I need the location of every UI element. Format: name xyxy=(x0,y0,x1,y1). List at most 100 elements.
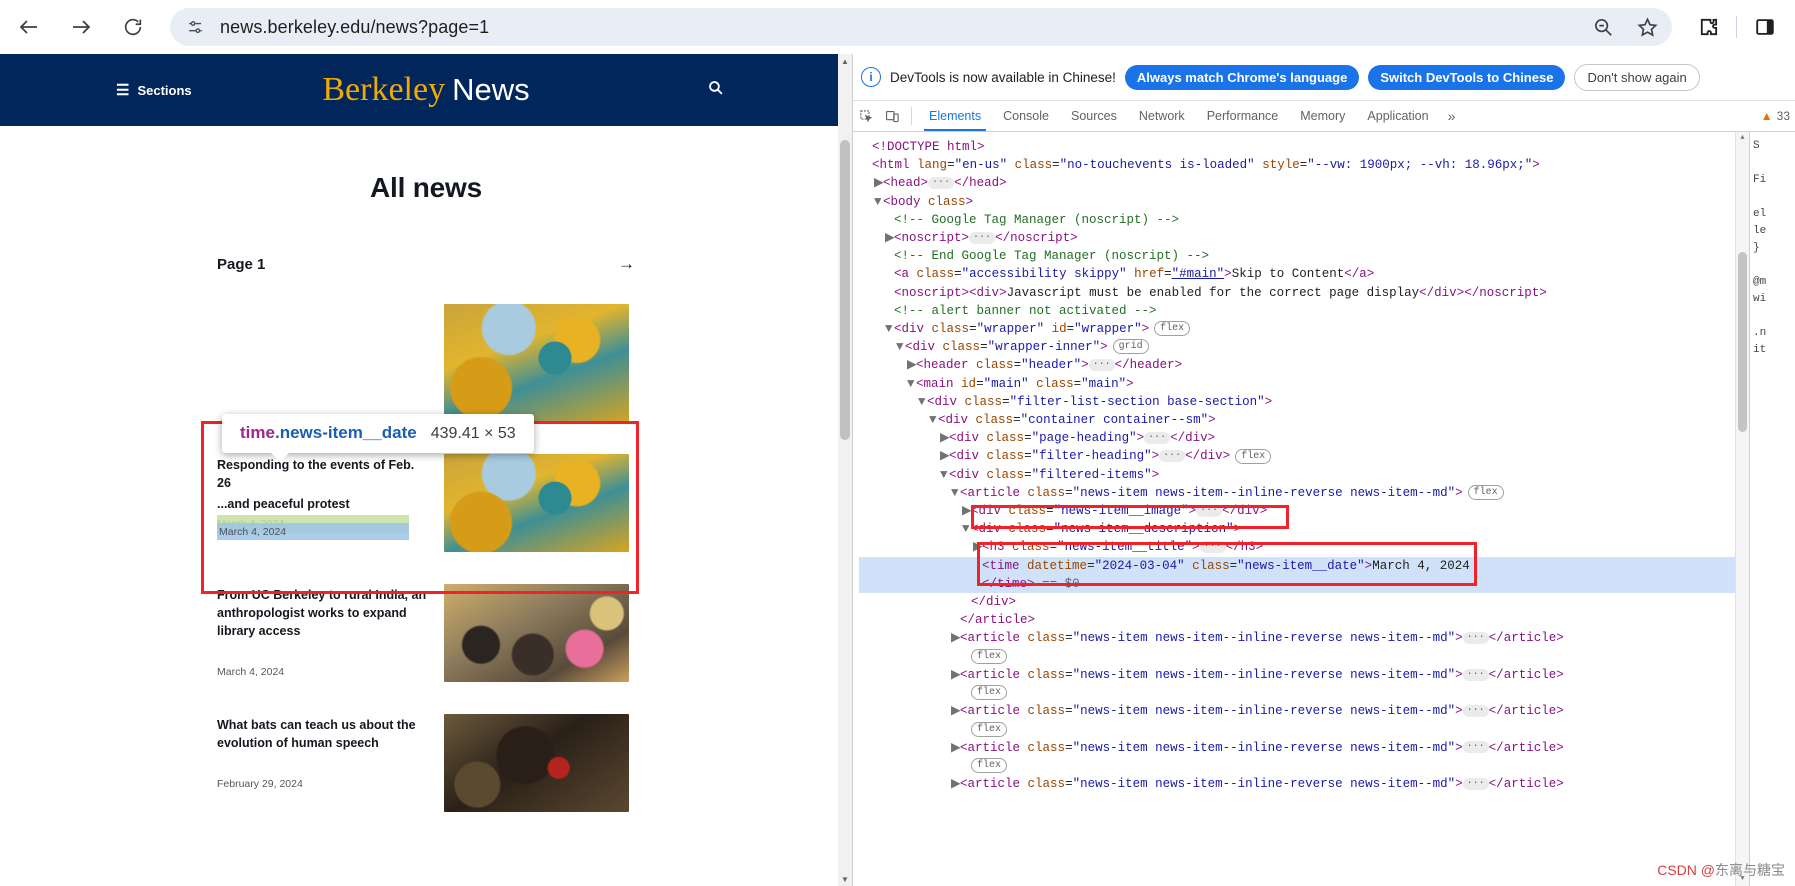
expand-triangle-icon[interactable]: ▶ xyxy=(962,502,972,520)
expand-triangle-icon[interactable]: ▼ xyxy=(885,320,894,338)
dom-node-line[interactable]: </time> == $0 xyxy=(859,574,1749,594)
expand-triangle-icon[interactable]: ▶ xyxy=(951,629,961,647)
dom-node-line[interactable]: </article> xyxy=(859,611,1749,629)
expand-triangle-icon[interactable] xyxy=(863,156,872,174)
dont-show-again-button[interactable]: Don't show again xyxy=(1574,63,1700,91)
news-item-title[interactable]: What bats can teach us about the evoluti… xyxy=(217,716,428,752)
tune-icon[interactable] xyxy=(176,8,214,46)
dom-node-line[interactable]: ▼<div class="wrapper" id="wrapper"> flex xyxy=(859,320,1749,338)
expand-triangle-icon[interactable] xyxy=(962,648,971,666)
dom-node-line[interactable]: ▼<body class> xyxy=(859,193,1749,211)
expand-triangle-icon[interactable] xyxy=(973,575,982,593)
dom-node-line[interactable]: <!DOCTYPE html> xyxy=(859,138,1749,156)
sections-menu-button[interactable]: ☰ Sections xyxy=(116,83,192,98)
tab-console[interactable]: Console xyxy=(992,101,1060,131)
news-item-thumbnail[interactable] xyxy=(444,454,629,552)
more-tabs-icon[interactable]: » xyxy=(1440,101,1464,131)
dom-node-line[interactable]: ▶<header class="header"> ··· </header> xyxy=(859,356,1749,374)
news-item-inspected[interactable]: ...and peaceful protest March 4, 2024 xyxy=(217,304,635,424)
dom-node-line[interactable]: ▼<div class="wrapper-inner"> grid xyxy=(859,338,1749,356)
dom-node-line[interactable]: ▶<div class="news-item__image"> ··· </div> xyxy=(859,502,1749,520)
page-scrollbar[interactable]: ▲ ▼ xyxy=(838,54,852,886)
dom-node-line[interactable]: flex xyxy=(859,721,1749,739)
tab-application[interactable]: Application xyxy=(1356,101,1439,131)
expand-triangle-icon[interactable] xyxy=(962,593,971,611)
expand-triangle-icon[interactable]: ▶ xyxy=(907,356,917,374)
dom-node-line[interactable]: <!-- Google Tag Manager (noscript) --> xyxy=(859,211,1749,229)
expand-triangle-icon[interactable]: ▼ xyxy=(929,411,938,429)
dom-node-line[interactable]: <!-- alert banner not activated --> xyxy=(859,302,1749,320)
dom-node-line[interactable]: ▶<article class="news-item news-item--in… xyxy=(859,739,1749,757)
expand-triangle-icon[interactable]: ▶ xyxy=(951,775,961,793)
dom-node-line[interactable]: <time datetime="2024-03-04" class="news-… xyxy=(859,556,1749,575)
dom-node-line[interactable]: ▼<div class="filtered-items"> xyxy=(859,466,1749,484)
dom-scroll-up[interactable]: ▲ xyxy=(1736,132,1749,145)
dom-node-line[interactable]: ▶<article class="news-item news-item--in… xyxy=(859,666,1749,684)
tab-sources[interactable]: Sources xyxy=(1060,101,1128,131)
puzzle-icon[interactable] xyxy=(1686,5,1730,49)
inspect-element-icon[interactable] xyxy=(853,101,879,131)
side-panel-icon[interactable] xyxy=(1743,5,1787,49)
switch-devtools-language-button[interactable]: Switch DevTools to Chinese xyxy=(1368,64,1566,90)
tab-elements[interactable]: Elements xyxy=(918,101,992,131)
dom-node-line[interactable]: ▶<div class="page-heading"> ··· </div> xyxy=(859,429,1749,447)
reload-icon[interactable] xyxy=(110,4,156,50)
dom-node-line[interactable]: ▶<article class="news-item news-item--in… xyxy=(859,629,1749,647)
dom-node-line[interactable]: </div> xyxy=(859,593,1749,611)
styles-pane[interactable]: S Fi el le } @m wi .n it xyxy=(1749,132,1795,886)
expand-triangle-icon[interactable] xyxy=(951,611,960,629)
dom-scrollbar-thumb[interactable] xyxy=(1738,252,1747,432)
dom-node-line[interactable]: ▼<div class="container container--sm"> xyxy=(859,411,1749,429)
dom-node-line[interactable]: <a class="accessibility skippy" href="#m… xyxy=(859,265,1749,283)
expand-triangle-icon[interactable]: ▼ xyxy=(874,193,883,211)
device-toolbar-icon[interactable] xyxy=(879,101,905,131)
dom-node-line[interactable]: ▼<main id="main" class="main"> xyxy=(859,375,1749,393)
back-icon[interactable] xyxy=(6,4,52,50)
expand-triangle-icon[interactable]: ▶ xyxy=(940,447,950,465)
expand-triangle-icon[interactable] xyxy=(885,265,894,283)
dom-node-line[interactable]: <html lang="en-us" class="no-touchevents… xyxy=(859,156,1749,174)
zoom-out-icon[interactable] xyxy=(1588,12,1618,42)
expand-triangle-icon[interactable] xyxy=(885,211,894,229)
dom-node-line[interactable]: ▶<article class="news-item news-item--in… xyxy=(859,775,1749,793)
expand-triangle-icon[interactable]: ▼ xyxy=(896,338,905,356)
news-item-thumbnail[interactable] xyxy=(444,714,629,812)
expand-triangle-icon[interactable]: ▼ xyxy=(918,393,927,411)
expand-triangle-icon[interactable]: ▶ xyxy=(874,174,884,192)
forward-icon[interactable] xyxy=(58,4,104,50)
dom-node-line[interactable]: ▼<div class="news-item__description"> xyxy=(859,520,1749,538)
scrollbar-thumb[interactable] xyxy=(840,140,850,440)
dom-node-line[interactable]: ▶<article class="news-item news-item--in… xyxy=(859,702,1749,720)
dom-node-line[interactable]: ▶<h3 class="news-item__title"> ··· </h3> xyxy=(859,538,1749,556)
expand-triangle-icon[interactable]: ▶ xyxy=(973,538,983,556)
dom-node-line[interactable]: ▼<article class="news-item news-item--in… xyxy=(859,484,1749,502)
search-icon[interactable] xyxy=(707,79,724,101)
expand-triangle-icon[interactable] xyxy=(962,721,971,739)
address-bar[interactable]: news.berkeley.edu/news?page=1 xyxy=(170,8,1672,46)
tab-network[interactable]: Network xyxy=(1128,101,1196,131)
expand-triangle-icon[interactable]: ▶ xyxy=(940,429,950,447)
news-item-title[interactable]: Responding to the events of Feb. 26 xyxy=(217,456,428,492)
expand-triangle-icon[interactable]: ▼ xyxy=(907,375,916,393)
news-item-thumbnail[interactable] xyxy=(444,304,629,424)
news-item[interactable]: From UC Berkeley to rural India, an anth… xyxy=(217,584,635,684)
dom-node-line[interactable]: flex xyxy=(859,684,1749,702)
news-item-thumbnail[interactable] xyxy=(444,584,629,682)
dom-node-line[interactable]: ▶<div class="filter-heading"> ··· </div> fl… xyxy=(859,447,1749,465)
always-match-language-button[interactable]: Always match Chrome's language xyxy=(1124,64,1360,90)
expand-triangle-icon[interactable] xyxy=(885,302,894,320)
dom-node-line[interactable]: <noscript><div>Javascript must be enable… xyxy=(859,284,1749,302)
warning-counter[interactable]: ▲ 33 xyxy=(1761,101,1795,131)
news-item[interactable]: What bats can teach us about the evoluti… xyxy=(217,714,635,814)
star-icon[interactable] xyxy=(1632,12,1662,42)
tab-memory[interactable]: Memory xyxy=(1289,101,1356,131)
expand-triangle-icon[interactable]: ▶ xyxy=(951,739,961,757)
dom-node-line[interactable]: ▶<head> ··· </head> xyxy=(859,174,1749,192)
expand-triangle-icon[interactable]: ▼ xyxy=(951,484,960,502)
dom-tree-scrollbar[interactable]: ▲ ▼ xyxy=(1735,132,1749,886)
expand-triangle-icon[interactable]: ▼ xyxy=(962,520,971,538)
dom-node-line[interactable]: ▶<noscript> ··· </noscript> xyxy=(859,229,1749,247)
expand-triangle-icon[interactable] xyxy=(962,684,971,702)
expand-triangle-icon[interactable] xyxy=(863,138,872,156)
expand-triangle-icon[interactable]: ▶ xyxy=(951,666,961,684)
